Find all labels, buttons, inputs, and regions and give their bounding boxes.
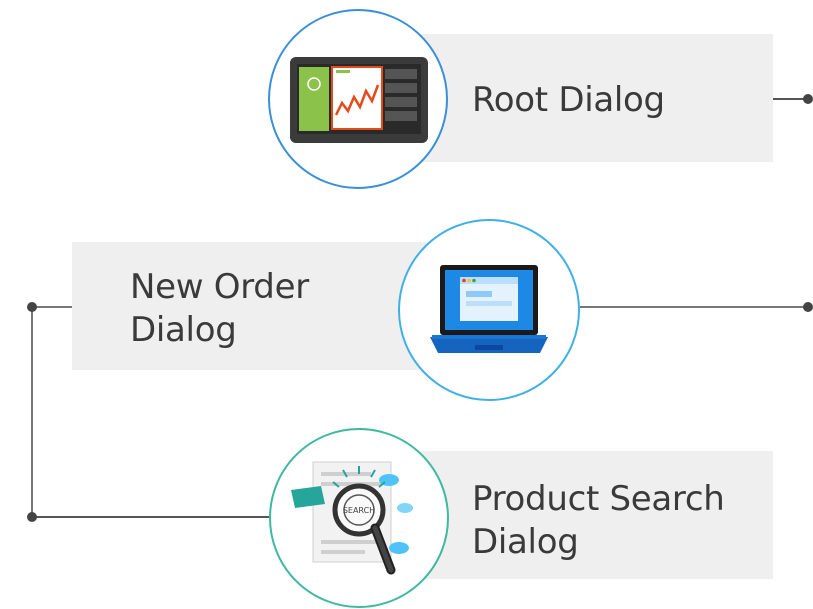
magnifier-search-icon: SEARCH [291,461,413,575]
new-order-dialog-circle [398,219,580,401]
product-search-left-dot [27,512,37,522]
product-search-dialog-label-line1: Product Search [472,479,725,519]
svg-text:SEARCH: SEARCH [343,506,375,515]
new-order-right-dot [803,302,813,312]
product-search-dialog-circle: SEARCH [269,428,449,608]
new-order-dialog-label-line1: New Order [130,267,309,307]
laptop-icon [430,265,548,353]
product-search-dialog-label-line2: Dialog [472,522,579,562]
new-order-dialog-label-line2: Dialog [130,310,237,350]
dashboard-monitor-icon [290,57,428,143]
root-dialog-label: Root Dialog [472,80,665,120]
root-dialog-circle [268,9,448,189]
root-connector-dot [803,94,813,104]
new-order-left-dot [27,302,37,312]
